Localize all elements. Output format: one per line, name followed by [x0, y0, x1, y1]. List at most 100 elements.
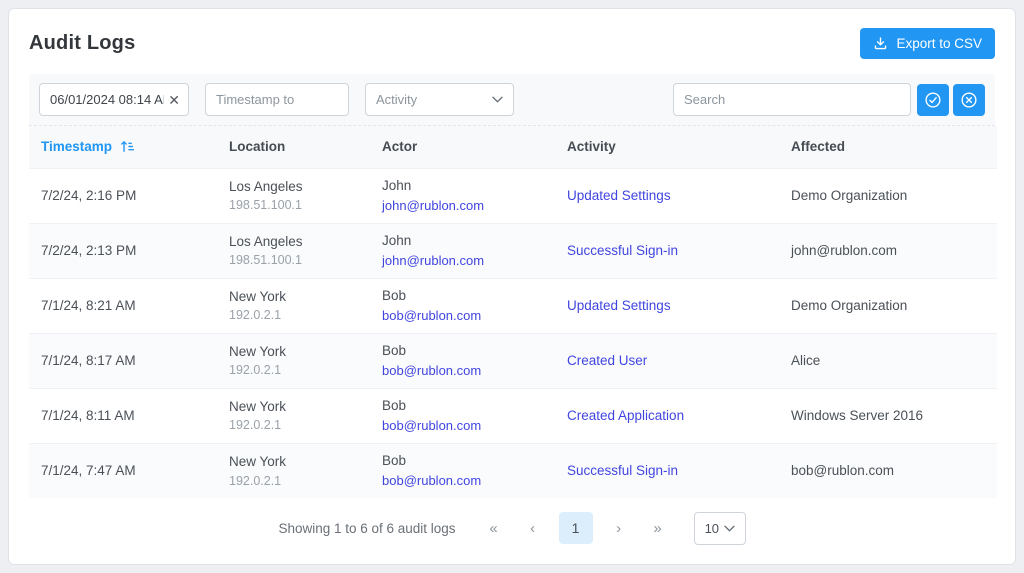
- page-title: Audit Logs: [29, 32, 135, 55]
- timestamp-cell: 7/2/24, 2:13 PM: [29, 223, 217, 278]
- check-circle-icon: [924, 91, 942, 109]
- clear-timestamp-from-icon[interactable]: ✕: [168, 93, 180, 107]
- location-ip: 192.0.2.1: [229, 308, 358, 322]
- actor-cell: John john@rublon.com: [370, 168, 555, 223]
- actor-cell: Bob bob@rublon.com: [370, 443, 555, 498]
- location-city: New York: [229, 344, 358, 360]
- next-page-button[interactable]: ›: [606, 512, 632, 544]
- chevron-down-icon: [724, 525, 735, 532]
- actor-email-link[interactable]: bob@rublon.com: [382, 363, 481, 378]
- timestamp-cell: 7/2/24, 2:16 PM: [29, 168, 217, 223]
- actor-name: John: [382, 178, 543, 194]
- location-cell: Los Angeles 198.51.100.1: [217, 223, 370, 278]
- location-cell: New York 192.0.2.1: [217, 278, 370, 333]
- download-icon: [873, 36, 888, 51]
- activity-link[interactable]: Successful Sign-in: [567, 463, 678, 478]
- activity-select[interactable]: Activity: [365, 83, 514, 116]
- column-header-location: Location: [217, 126, 370, 168]
- page-size-value: 10: [705, 521, 719, 536]
- timestamp-cell: 7/1/24, 7:47 AM: [29, 443, 217, 498]
- activity-link[interactable]: Updated Settings: [567, 188, 671, 203]
- table-row: 7/2/24, 2:13 PM Los Angeles 198.51.100.1…: [29, 223, 997, 278]
- pagination-footer: Showing 1 to 6 of 6 audit logs « ‹ 1 › »…: [9, 498, 1015, 564]
- prev-page-button[interactable]: ‹: [520, 512, 546, 544]
- actor-cell: Bob bob@rublon.com: [370, 388, 555, 443]
- table-row: 7/1/24, 7:47 AM New York 192.0.2.1 Bob b…: [29, 443, 997, 498]
- activity-cell: Created User: [555, 333, 779, 388]
- activity-cell: Successful Sign-in: [555, 223, 779, 278]
- affected-cell: Alice: [779, 333, 997, 388]
- column-header-affected: Affected: [779, 126, 997, 168]
- actor-name: Bob: [382, 453, 543, 469]
- table-row: 7/1/24, 8:11 AM New York 192.0.2.1 Bob b…: [29, 388, 997, 443]
- results-summary: Showing 1 to 6 of 6 audit logs: [278, 521, 455, 536]
- location-ip: 192.0.2.1: [229, 418, 358, 432]
- timestamp-cell: 7/1/24, 8:17 AM: [29, 333, 217, 388]
- chevron-down-icon: [492, 96, 503, 103]
- last-page-button[interactable]: »: [645, 512, 671, 544]
- activity-link[interactable]: Created User: [567, 353, 647, 368]
- table-header-row: Timestamp Location Actor Activity Affect…: [29, 126, 997, 168]
- actor-email-link[interactable]: john@rublon.com: [382, 253, 484, 268]
- location-ip: 192.0.2.1: [229, 474, 358, 488]
- location-cell: New York 192.0.2.1: [217, 333, 370, 388]
- timestamp-from-input[interactable]: 06/01/2024 08:14 AM ✕: [39, 83, 189, 116]
- apply-filters-button[interactable]: [917, 84, 949, 116]
- sort-ascending-icon: [120, 139, 135, 154]
- filter-bar: 06/01/2024 08:14 AM ✕ Activity: [29, 74, 995, 126]
- actor-cell: Bob bob@rublon.com: [370, 333, 555, 388]
- activity-select-placeholder: Activity: [376, 92, 417, 107]
- search-input[interactable]: [673, 83, 911, 116]
- location-city: New York: [229, 454, 358, 470]
- table-row: 7/1/24, 8:21 AM New York 192.0.2.1 Bob b…: [29, 278, 997, 333]
- table-row: 7/1/24, 8:17 AM New York 192.0.2.1 Bob b…: [29, 333, 997, 388]
- location-city: New York: [229, 289, 358, 305]
- actor-name: John: [382, 233, 543, 249]
- actor-name: Bob: [382, 288, 543, 304]
- location-ip: 192.0.2.1: [229, 363, 358, 377]
- activity-cell: Updated Settings: [555, 278, 779, 333]
- export-to-csv-button[interactable]: Export to CSV: [860, 28, 995, 59]
- location-ip: 198.51.100.1: [229, 253, 358, 267]
- location-cell: New York 192.0.2.1: [217, 388, 370, 443]
- actor-name: Bob: [382, 343, 543, 359]
- location-cell: New York 192.0.2.1: [217, 443, 370, 498]
- export-button-label: Export to CSV: [896, 36, 982, 51]
- actor-cell: Bob bob@rublon.com: [370, 278, 555, 333]
- actor-email-link[interactable]: bob@rublon.com: [382, 418, 481, 433]
- audit-log-table-body: 7/2/24, 2:16 PM Los Angeles 198.51.100.1…: [29, 168, 997, 498]
- page-size-select[interactable]: 10: [694, 512, 746, 545]
- x-circle-icon: [960, 91, 978, 109]
- affected-cell: bob@rublon.com: [779, 443, 997, 498]
- actor-email-link[interactable]: bob@rublon.com: [382, 473, 481, 488]
- activity-link[interactable]: Created Application: [567, 408, 684, 423]
- first-page-button[interactable]: «: [481, 512, 507, 544]
- location-ip: 198.51.100.1: [229, 198, 358, 212]
- location-city: Los Angeles: [229, 179, 358, 195]
- affected-cell: john@rublon.com: [779, 223, 997, 278]
- activity-link[interactable]: Successful Sign-in: [567, 243, 678, 258]
- table-row: 7/2/24, 2:16 PM Los Angeles 198.51.100.1…: [29, 168, 997, 223]
- column-header-activity: Activity: [555, 126, 779, 168]
- card-header: Audit Logs Export to CSV: [9, 9, 1015, 74]
- column-header-timestamp[interactable]: Timestamp: [29, 126, 217, 168]
- clear-filters-button[interactable]: [953, 84, 985, 116]
- affected-cell: Demo Organization: [779, 168, 997, 223]
- column-header-actor: Actor: [370, 126, 555, 168]
- activity-cell: Created Application: [555, 388, 779, 443]
- current-page-button[interactable]: 1: [559, 512, 593, 544]
- affected-cell: Demo Organization: [779, 278, 997, 333]
- location-city: New York: [229, 399, 358, 415]
- activity-link[interactable]: Updated Settings: [567, 298, 671, 313]
- actor-email-link[interactable]: john@rublon.com: [382, 198, 484, 213]
- actor-name: Bob: [382, 398, 543, 414]
- affected-cell: Windows Server 2016: [779, 388, 997, 443]
- location-city: Los Angeles: [229, 234, 358, 250]
- actor-email-link[interactable]: bob@rublon.com: [382, 308, 481, 323]
- activity-cell: Updated Settings: [555, 168, 779, 223]
- audit-logs-card: Audit Logs Export to CSV 06/01/2024 08:1…: [8, 8, 1016, 565]
- location-cell: Los Angeles 198.51.100.1: [217, 168, 370, 223]
- column-header-timestamp-label: Timestamp: [41, 139, 112, 154]
- timestamp-to-input[interactable]: [205, 83, 349, 116]
- timestamp-cell: 7/1/24, 8:11 AM: [29, 388, 217, 443]
